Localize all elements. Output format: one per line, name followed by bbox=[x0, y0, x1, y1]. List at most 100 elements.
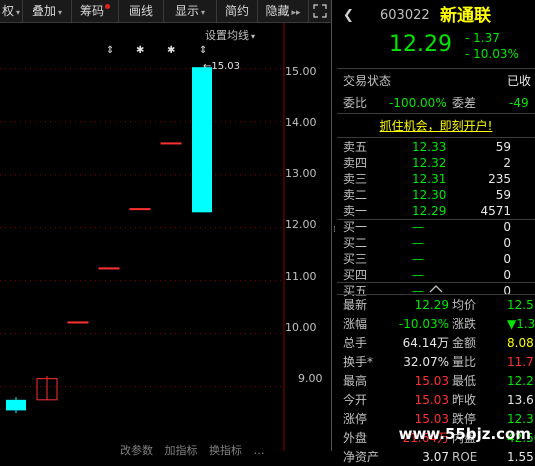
bid-volume: 0 bbox=[503, 268, 511, 282]
stat-label: 总手 bbox=[343, 336, 368, 350]
back-arrow-icon[interactable]: ❮ bbox=[343, 6, 354, 26]
stat-label: 涨幅 bbox=[343, 317, 368, 331]
bid-price: — bbox=[412, 252, 424, 266]
toolbar-hide-button[interactable]: 隐藏 ▸▸ bbox=[258, 0, 309, 22]
stat-label: 量比 bbox=[452, 355, 477, 369]
stock-code: 603022 bbox=[380, 8, 430, 23]
stat-label: 今开 bbox=[343, 393, 368, 407]
ask-level-label: 卖四 bbox=[343, 156, 368, 170]
bid-row[interactable]: 买四 — 0 bbox=[337, 267, 535, 283]
ask-volume: 59 bbox=[495, 140, 511, 154]
candle[interactable] bbox=[6, 397, 26, 414]
divider bbox=[337, 113, 535, 114]
stat-label: 最低 bbox=[452, 374, 477, 388]
bid-volume: 0 bbox=[503, 220, 511, 234]
bid-volume: 0 bbox=[503, 252, 511, 266]
ask-row[interactable]: 卖二 12.30 59 bbox=[337, 187, 535, 203]
divider bbox=[337, 68, 535, 69]
stat-label: 均价 bbox=[452, 298, 477, 312]
ask-row[interactable]: 卖一 12.29 4571 bbox=[337, 203, 535, 219]
promo-text: 抓住机会，即刻开户! bbox=[379, 119, 493, 133]
order-ratio-label: 委比 bbox=[343, 96, 368, 110]
ask-row[interactable]: 卖三 12.31 235 bbox=[337, 171, 535, 187]
double-chevron-right-icon: ▸▸ bbox=[291, 8, 301, 18]
candle[interactable] bbox=[67, 321, 89, 324]
candle-body bbox=[160, 142, 182, 145]
ask-level-label: 卖三 bbox=[343, 172, 368, 186]
stat-value: 12.5 bbox=[507, 298, 534, 312]
y-tick-label: 10.00 bbox=[285, 321, 317, 334]
stat-value: 13.6 bbox=[507, 393, 534, 407]
y-tick-label: 11.00 bbox=[285, 270, 317, 283]
y-tick-label: 9.00 bbox=[298, 372, 323, 385]
chevron-down-icon: ▾ bbox=[58, 8, 63, 17]
toolbar-draw-label: 画线 bbox=[128, 4, 153, 18]
splitter-grip-icon: ⁞ bbox=[333, 225, 336, 235]
stat-row: 换手* 32.07% 量比 11.7 bbox=[337, 353, 535, 371]
candle-body bbox=[98, 267, 120, 270]
candle[interactable] bbox=[129, 208, 151, 211]
toolbar-simple-label: 简约 bbox=[224, 4, 249, 18]
stat-label: 涨停 bbox=[343, 412, 368, 426]
kline-chart[interactable]: 设置均线 ▾ ⇕ ✱ ✱ ⇕ ←15.03 15.00 14.00 13.00 1… bbox=[0, 23, 331, 457]
toolbar-display-button[interactable]: 显示 ▾ bbox=[164, 0, 217, 22]
stat-label: 换手* bbox=[343, 355, 374, 369]
stat-label: 最高 bbox=[343, 374, 368, 388]
toolbar-rights-button[interactable]: 权 ▾ bbox=[0, 0, 23, 22]
ask-volume: 4571 bbox=[480, 204, 511, 218]
toolbar-chips-button[interactable]: 筹码 bbox=[72, 0, 119, 22]
bid-row[interactable]: 买二 — 0 bbox=[337, 235, 535, 251]
toolbar-overlay-button[interactable]: 叠加 ▾ bbox=[23, 0, 72, 22]
price-change-pct: - 10.03% bbox=[465, 47, 519, 61]
ma-settings-button[interactable]: 设置均线 ▾ bbox=[205, 27, 255, 43]
ma-settings-label: 设置均线 bbox=[205, 29, 249, 42]
ask-price: 12.33 bbox=[412, 140, 447, 154]
toolbar-simple-button[interactable]: 简约 bbox=[217, 0, 258, 22]
candle[interactable] bbox=[160, 142, 182, 145]
fullscreen-button[interactable] bbox=[309, 0, 331, 22]
stat-value: 15.03 bbox=[414, 374, 449, 388]
stock-name: 新通联 bbox=[440, 6, 491, 26]
caret-up-icon bbox=[429, 285, 443, 293]
ask-price: 12.29 bbox=[412, 204, 447, 218]
bid-row[interactable]: 买一 — 0 bbox=[337, 219, 535, 235]
order-ratio-row: 委比 -100.00% 委差 -49 bbox=[337, 94, 535, 112]
bid-price: — bbox=[412, 268, 424, 282]
quote-panel: ❮ 603022 新通联 12.29 - 1.37 - 10.03% 交易状态 … bbox=[337, 0, 535, 464]
stat-label: 金额 bbox=[452, 336, 477, 350]
asterisk-marker-icon[interactable]: ✱ bbox=[136, 45, 144, 56]
bid-price: — bbox=[412, 220, 424, 234]
stat-row: 最高 15.03 最低 12.2 bbox=[337, 372, 535, 390]
ask-price: 12.31 bbox=[412, 172, 447, 186]
bid-price: — bbox=[412, 236, 424, 250]
candle[interactable] bbox=[36, 375, 58, 401]
candle[interactable] bbox=[98, 267, 120, 270]
stat-label: 昨收 bbox=[452, 393, 477, 407]
ask-row[interactable]: 卖四 12.32 2 bbox=[337, 155, 535, 171]
bid-row[interactable]: 买三 — 0 bbox=[337, 251, 535, 267]
stat-row: 最新 12.29 均价 12.5 bbox=[337, 296, 535, 314]
divider bbox=[337, 294, 535, 295]
ask-level-label: 卖二 bbox=[343, 188, 368, 202]
stock-header: ❮ 603022 新通联 bbox=[337, 6, 535, 26]
asterisk-marker-icon[interactable]: ✱ bbox=[167, 45, 175, 56]
marker-icon[interactable]: ⇕ bbox=[199, 45, 207, 56]
ask-volume: 235 bbox=[488, 172, 511, 186]
stat-value: 8.08 bbox=[507, 336, 534, 350]
stat-value: 64.14万 bbox=[402, 336, 449, 350]
open-account-link[interactable]: 抓住机会，即刻开户! bbox=[337, 117, 535, 135]
high-price-annotation: ←15.03 bbox=[203, 61, 241, 72]
price-change: - 1.37 bbox=[465, 31, 500, 45]
ask-row[interactable]: 卖五 12.33 59 bbox=[337, 139, 535, 155]
candle-body bbox=[67, 321, 89, 324]
toolbar-chips-label: 筹码 bbox=[79, 4, 104, 18]
stat-label: 外盘 bbox=[343, 431, 368, 445]
bid-volume: 0 bbox=[503, 236, 511, 250]
toolbar-draw-button[interactable]: 画线 bbox=[119, 0, 164, 22]
stat-row: 总手 64.14万 金额 8.08 bbox=[337, 334, 535, 352]
divider bbox=[337, 137, 535, 138]
candle[interactable] bbox=[192, 67, 212, 213]
trade-status-row: 交易状态 已收 bbox=[337, 72, 535, 90]
marker-icon[interactable]: ⇕ bbox=[106, 45, 114, 56]
ask-price: 12.30 bbox=[412, 188, 447, 202]
